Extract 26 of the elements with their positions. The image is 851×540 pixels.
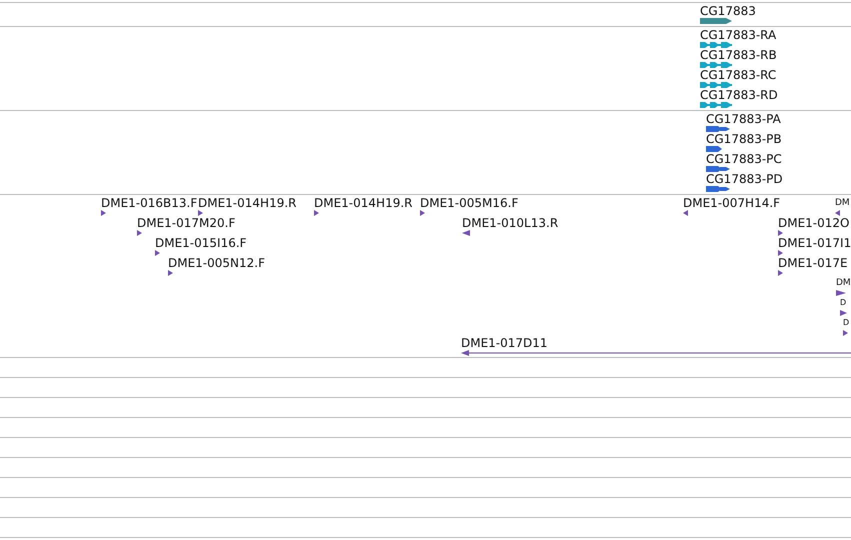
feature-label: DME1-014H19.R <box>314 196 412 210</box>
feature-label: DME1-016B13.F <box>101 196 198 210</box>
feature-label: DME1-017E <box>778 256 848 270</box>
feature-label: CG17883-PD <box>706 172 783 186</box>
feature-label: DME1-017I1 <box>778 236 851 250</box>
feature-label: DME1-017D11 <box>461 336 548 350</box>
feature-label: CG17883-PC <box>706 152 782 166</box>
feature-label: DME1-005M16.F <box>420 196 518 210</box>
feature-label: CG17883-RA <box>700 28 776 42</box>
feature-label: CG17883-RC <box>700 68 776 82</box>
feature-label: CG17883-RD <box>700 88 778 102</box>
feature-label: DM <box>835 197 850 210</box>
feature-label: DM <box>836 277 851 290</box>
feature-label: DME1-012O <box>778 216 850 230</box>
feature-label: D <box>840 297 846 309</box>
feature-label: DME1-017M20.F <box>137 216 236 230</box>
feature-label: CG17883-RB <box>700 48 777 62</box>
feature-label: DME1-015I16.F <box>155 236 247 250</box>
feature-label: DME1-005N12.F <box>168 256 266 270</box>
feature-label: CG17883 <box>700 4 756 18</box>
feature-label: D <box>843 317 850 329</box>
feature-label: CG17883-PA <box>706 112 781 126</box>
feature-label: DME1-014H19.R <box>198 196 296 210</box>
feature-label: CG17883-PB <box>706 132 782 146</box>
feature-label: DME1-007H14.F <box>683 196 780 210</box>
feature-label: DME1-010L13.R <box>462 216 558 230</box>
